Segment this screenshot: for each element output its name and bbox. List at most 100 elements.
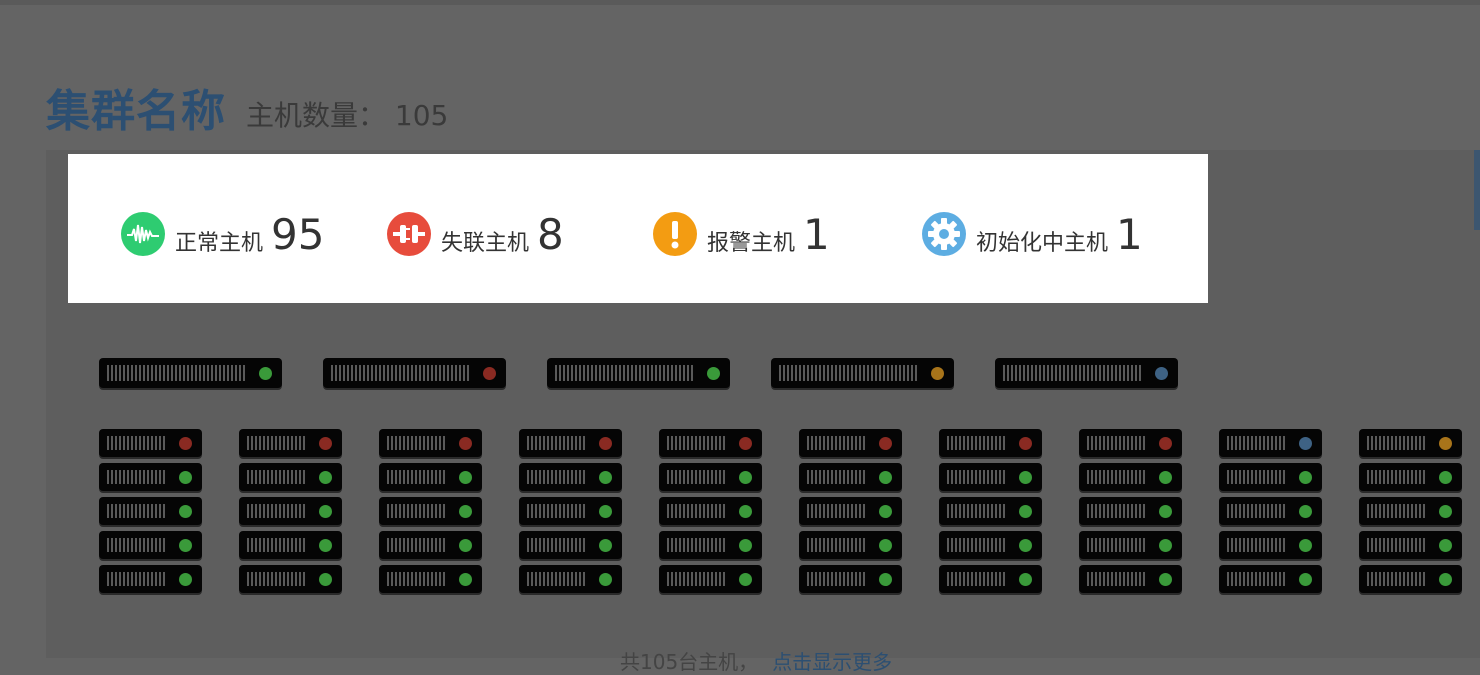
- status-led-normal: [1439, 470, 1452, 484]
- status-led-normal: [319, 504, 332, 518]
- server-grille: [527, 572, 587, 586]
- panel-scrollbar[interactable]: [1474, 150, 1480, 230]
- status-led-normal: [459, 470, 472, 484]
- server-grille: [387, 572, 447, 586]
- status-led-lost: [1159, 436, 1172, 450]
- server-unit[interactable]: [659, 429, 762, 457]
- stat-init[interactable]: 初始化中主机 1: [922, 209, 1143, 259]
- server-unit[interactable]: [379, 429, 482, 457]
- server-unit[interactable]: [323, 358, 506, 388]
- server-unit[interactable]: [519, 531, 622, 559]
- server-unit[interactable]: [799, 531, 902, 559]
- status-led-normal: [879, 470, 892, 484]
- server-unit[interactable]: [99, 531, 202, 559]
- stat-normal[interactable]: 正常主机 95: [121, 209, 324, 259]
- server-unit[interactable]: [519, 565, 622, 593]
- server-unit[interactable]: [99, 429, 202, 457]
- server-unit[interactable]: [799, 565, 902, 593]
- server-unit[interactable]: [1219, 531, 1322, 559]
- server-unit[interactable]: [995, 358, 1178, 388]
- server-unit[interactable]: [1079, 531, 1182, 559]
- status-led-normal: [1159, 572, 1172, 586]
- server-unit[interactable]: [1359, 429, 1462, 457]
- server-unit[interactable]: [239, 429, 342, 457]
- server-unit[interactable]: [239, 497, 342, 525]
- server-unit[interactable]: [939, 463, 1042, 491]
- status-led-lost: [459, 436, 472, 450]
- server-unit[interactable]: [99, 463, 202, 491]
- page-title: 集群名称 主机数量： 105: [46, 80, 448, 140]
- server-unit[interactable]: [1079, 565, 1182, 593]
- host-count: 主机数量： 105: [246, 92, 448, 140]
- server-unit[interactable]: [547, 358, 730, 388]
- server-unit[interactable]: [659, 531, 762, 559]
- status-led-lost: [879, 436, 892, 450]
- server-grille: [1227, 470, 1287, 484]
- server-unit[interactable]: [1359, 531, 1462, 559]
- server-grille: [247, 572, 307, 586]
- server-unit[interactable]: [799, 497, 902, 525]
- stat-lost[interactable]: 失联主机 8: [387, 209, 564, 259]
- server-unit[interactable]: [659, 463, 762, 491]
- server-unit[interactable]: [939, 531, 1042, 559]
- server-unit[interactable]: [939, 497, 1042, 525]
- alert-icon: [653, 212, 697, 256]
- show-more-link[interactable]: 点击显示更多: [772, 650, 892, 674]
- server-unit[interactable]: [1219, 565, 1322, 593]
- server-unit[interactable]: [799, 463, 902, 491]
- status-led-normal: [1019, 470, 1032, 484]
- server-unit[interactable]: [939, 429, 1042, 457]
- server-unit[interactable]: [1359, 463, 1462, 491]
- server-unit[interactable]: [771, 358, 954, 388]
- server-unit[interactable]: [1079, 429, 1182, 457]
- server-unit[interactable]: [379, 497, 482, 525]
- status-led-normal: [599, 538, 612, 552]
- server-unit[interactable]: [519, 463, 622, 491]
- stat-label: 正常主机: [175, 231, 264, 256]
- server-grille: [247, 436, 307, 450]
- status-led-normal: [459, 538, 472, 552]
- status-led-normal: [319, 470, 332, 484]
- status-led-normal: [599, 470, 612, 484]
- server-unit[interactable]: [1219, 429, 1322, 457]
- stat-alarm[interactable]: 报警主机 1: [653, 209, 830, 259]
- status-led-normal: [179, 572, 192, 586]
- server-unit[interactable]: [239, 531, 342, 559]
- server-unit[interactable]: [379, 565, 482, 593]
- status-led-normal: [739, 504, 752, 518]
- server-grille: [1087, 572, 1147, 586]
- server-unit[interactable]: [1359, 497, 1462, 525]
- server-unit[interactable]: [659, 497, 762, 525]
- server-grille: [387, 470, 447, 484]
- server-unit[interactable]: [1079, 497, 1182, 525]
- server-unit[interactable]: [99, 358, 282, 388]
- server-grille: [107, 538, 167, 552]
- server-unit[interactable]: [239, 463, 342, 491]
- status-led-lost: [1019, 436, 1032, 450]
- status-led-normal: [1299, 572, 1312, 586]
- pulse-icon: [121, 212, 165, 256]
- host-count-label: 主机数量：: [246, 99, 387, 132]
- server-grille: [947, 504, 1007, 518]
- server-unit[interactable]: [939, 565, 1042, 593]
- server-unit[interactable]: [519, 497, 622, 525]
- server-unit[interactable]: [519, 429, 622, 457]
- server-unit[interactable]: [239, 565, 342, 593]
- server-unit[interactable]: [379, 463, 482, 491]
- server-unit[interactable]: [1359, 565, 1462, 593]
- status-led-normal: [319, 538, 332, 552]
- server-unit[interactable]: [1079, 463, 1182, 491]
- server-unit[interactable]: [99, 497, 202, 525]
- server-unit[interactable]: [1219, 463, 1322, 491]
- status-led-lost: [483, 366, 496, 380]
- server-unit[interactable]: [379, 531, 482, 559]
- server-unit[interactable]: [99, 565, 202, 593]
- gear-icon: [922, 212, 966, 256]
- server-grille: [527, 470, 587, 484]
- server-grille: [1367, 572, 1427, 586]
- server-grille: [331, 365, 471, 381]
- server-grille: [527, 538, 587, 552]
- server-unit[interactable]: [659, 565, 762, 593]
- server-unit[interactable]: [1219, 497, 1322, 525]
- server-unit[interactable]: [799, 429, 902, 457]
